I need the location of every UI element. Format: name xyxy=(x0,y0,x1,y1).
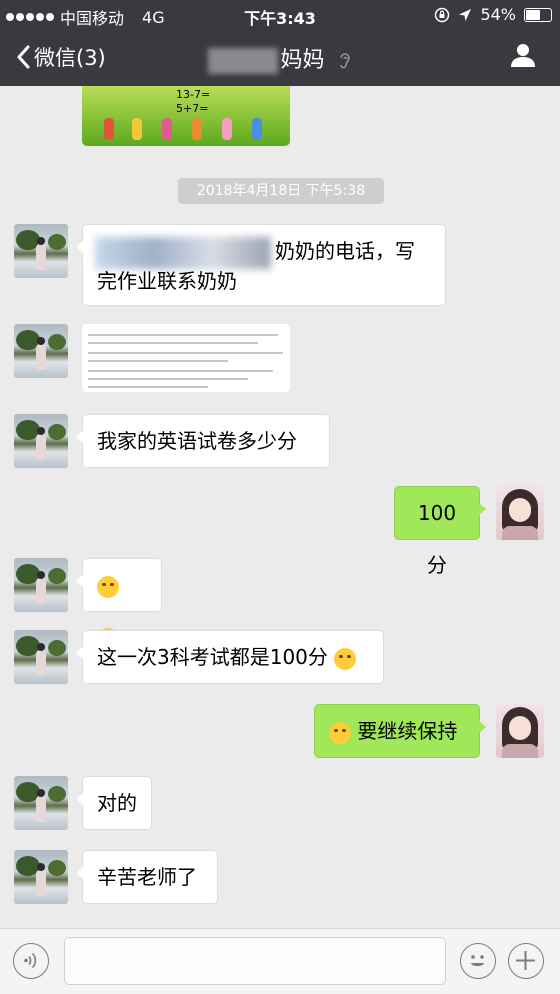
kid-figure xyxy=(162,118,172,140)
contact-avatar[interactable] xyxy=(14,776,68,830)
more-button[interactable] xyxy=(508,943,544,979)
contact-name: 妈妈 xyxy=(280,48,325,73)
contact-avatar[interactable] xyxy=(14,558,68,612)
equation-text: 13-7= xyxy=(176,88,211,101)
nav-bar: 微信(3) 妈妈 xyxy=(0,30,560,86)
contact-avatar[interactable] xyxy=(14,224,68,278)
document-image[interactable] xyxy=(82,324,290,392)
message-bubble[interactable] xyxy=(76,558,162,650)
winking-tongue-emoji-icon xyxy=(334,647,357,670)
my-avatar[interactable] xyxy=(496,704,544,758)
battery-percent: 54% xyxy=(480,5,516,24)
message-bubble[interactable]: 对的 xyxy=(76,776,152,830)
message-text: 100分 xyxy=(417,501,457,577)
message-input[interactable] xyxy=(64,937,446,985)
message-bubble[interactable]: 我家的英语试卷多少分 xyxy=(76,414,330,468)
kid-figure xyxy=(104,118,114,140)
my-avatar[interactable] xyxy=(496,486,544,540)
message-bubble[interactable]: 辛苦老师了 xyxy=(76,850,218,904)
voice-button[interactable] xyxy=(13,943,49,979)
person-icon xyxy=(511,44,535,67)
message-text: 奶奶的电话，写 xyxy=(275,239,415,263)
contact-avatar[interactable] xyxy=(14,630,68,684)
message-timestamp: 2018年4月18日 下午5:38 xyxy=(178,178,384,204)
smile-emoji-icon xyxy=(329,721,351,744)
blurred-name xyxy=(208,48,279,74)
profile-button[interactable] xyxy=(510,42,536,72)
input-bar xyxy=(0,928,560,994)
message-text: 辛苦老师了 xyxy=(97,865,197,889)
equation-text: 5+7= xyxy=(176,102,209,115)
kid-figure xyxy=(252,118,262,140)
smiley-icon xyxy=(470,955,485,967)
emoji-button[interactable] xyxy=(460,943,496,979)
message-text: 完作业联系奶奶 xyxy=(97,269,237,293)
message-text: 我家的英语试卷多少分 xyxy=(97,429,297,453)
battery-icon xyxy=(524,7,552,22)
location-arrow-icon xyxy=(459,8,472,21)
message-bubble-self[interactable]: 要继续保持 xyxy=(314,704,486,758)
message-bubble[interactable]: 这一次3科考试都是100分 xyxy=(76,630,384,684)
chat-area[interactable]: 13-7= 5+7= 2018年4月18日 下午5:38 奶奶的电话，写 完作业… xyxy=(0,86,560,928)
message-text: 这一次3科考试都是100分 xyxy=(97,645,328,669)
plus-icon xyxy=(516,951,535,970)
status-right: 54% xyxy=(434,5,552,24)
chat-title: 妈妈 xyxy=(0,42,560,74)
ear-icon xyxy=(339,53,350,69)
math-worksheet-image[interactable]: 13-7= 5+7= xyxy=(82,86,290,146)
contact-avatar[interactable] xyxy=(14,324,68,378)
message-text: 对的 xyxy=(97,791,137,815)
kid-figure xyxy=(192,118,202,140)
kid-figure xyxy=(132,118,142,140)
message-text: 要继续保持 xyxy=(357,719,458,743)
message-bubble-self[interactable]: 100分 xyxy=(394,486,486,577)
kid-figure xyxy=(222,118,232,140)
contact-avatar[interactable] xyxy=(14,850,68,904)
contact-avatar[interactable] xyxy=(14,414,68,468)
laughing-emoji-icon xyxy=(97,575,119,598)
voice-icon xyxy=(24,952,37,969)
status-bar: 中国移动 4G 下午3:43 54% xyxy=(0,0,560,30)
rotation-lock-icon xyxy=(435,7,450,22)
message-bubble[interactable]: 奶奶的电话，写 完作业联系奶奶 xyxy=(76,224,446,306)
